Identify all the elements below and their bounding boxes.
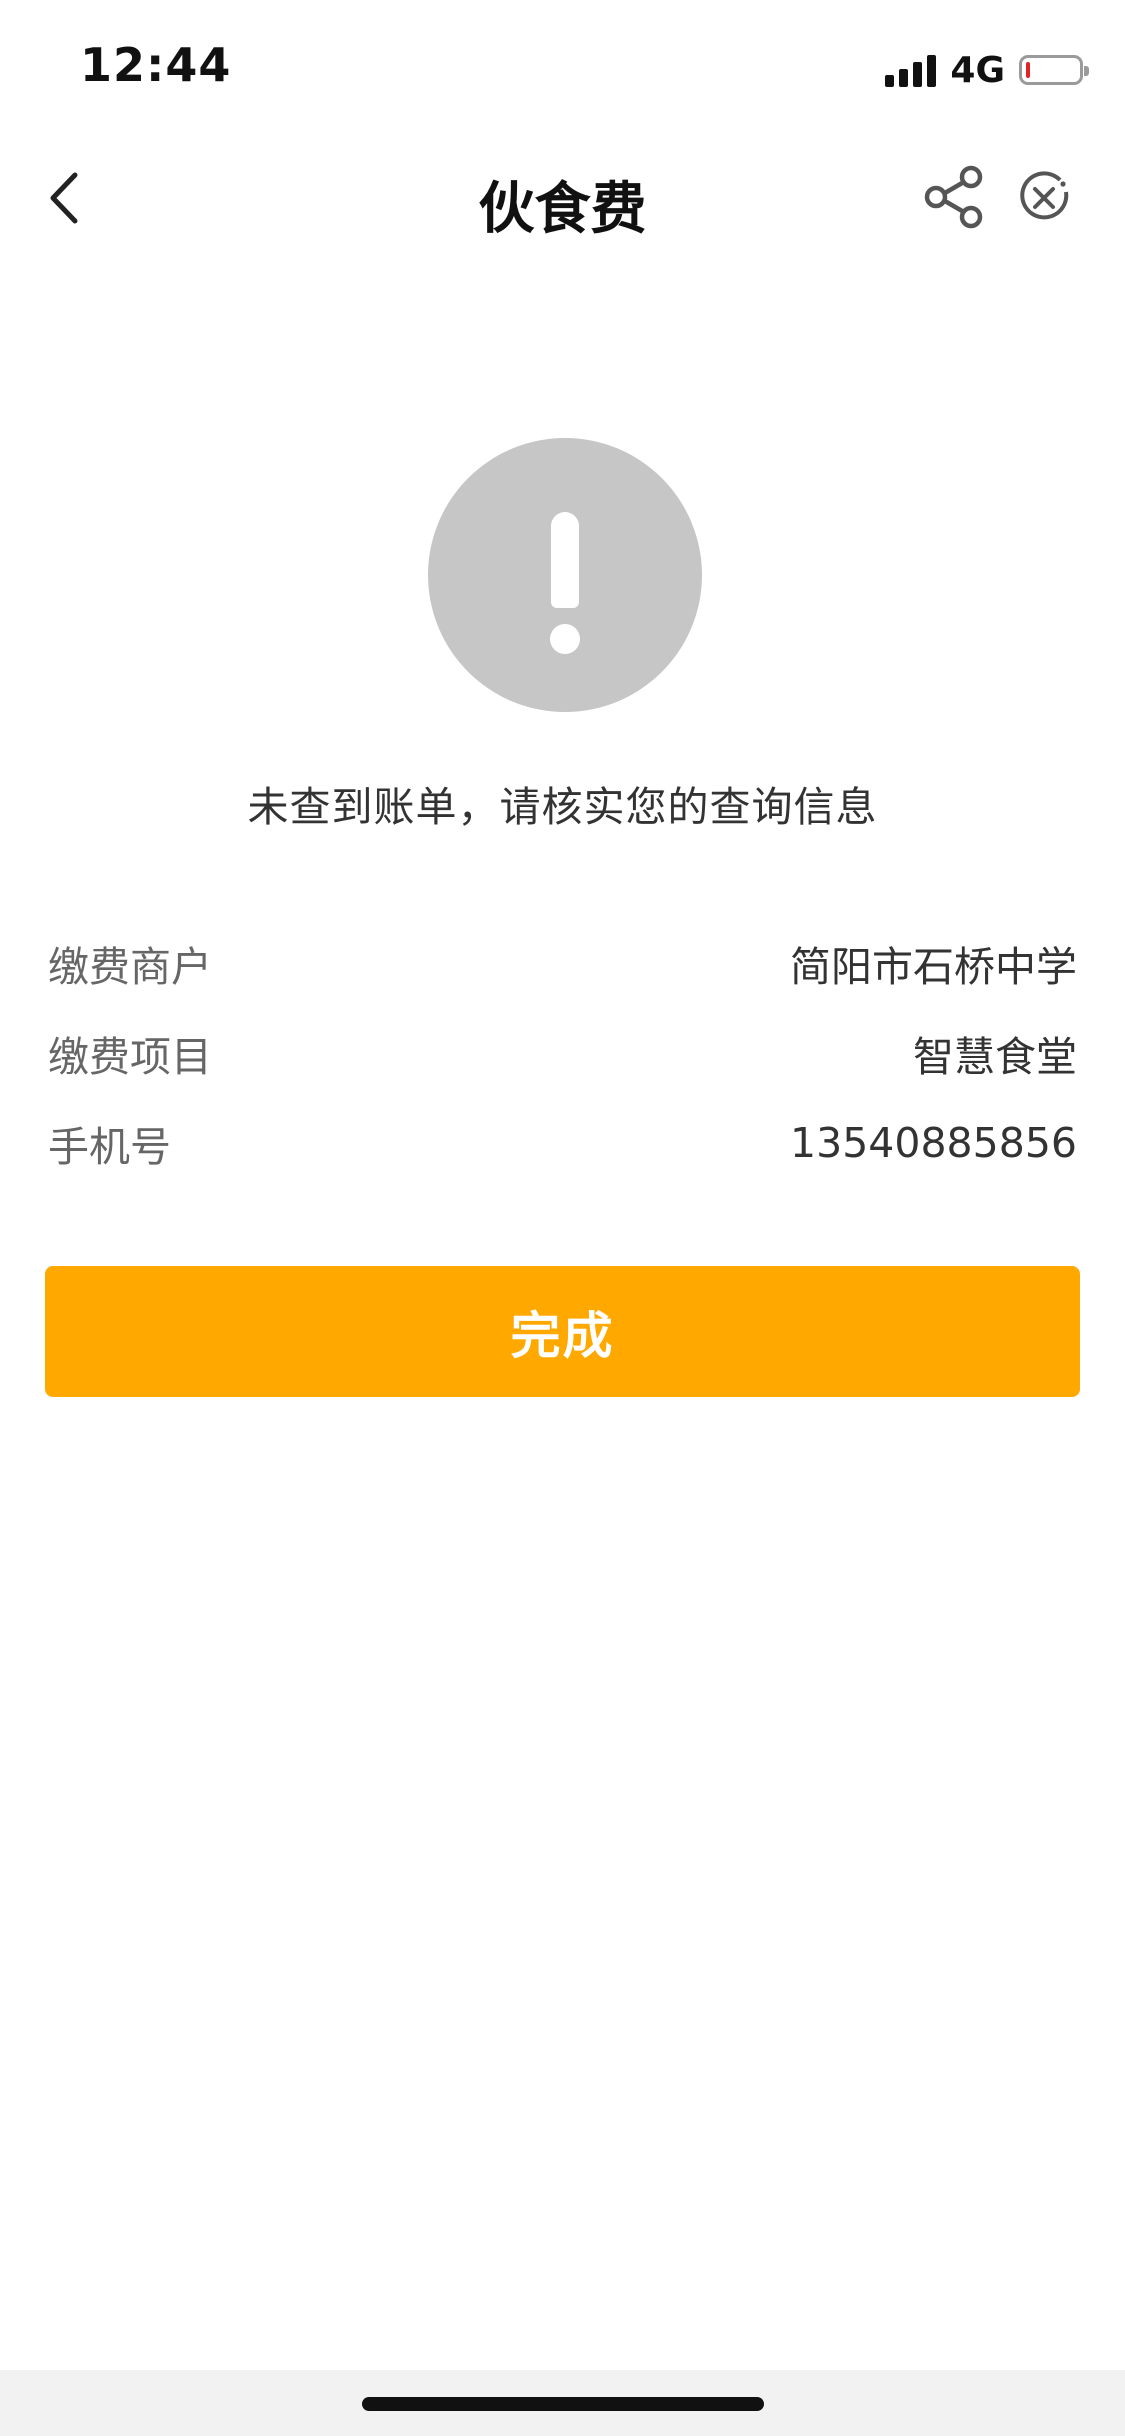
close-button[interactable]: [1016, 170, 1072, 226]
phone-value: 13540885856: [790, 1119, 1077, 1167]
item-label: 缴费项目: [48, 1033, 212, 1081]
battery-level: [1026, 62, 1030, 78]
exclamation-circle-icon: [428, 438, 702, 712]
share-icon: [924, 165, 983, 229]
network-label: 4G: [950, 49, 1005, 91]
merchant-label: 缴费商户: [48, 943, 212, 991]
payment-info-list: 缴费商户 简阳市石桥中学 缴费项目 智慧食堂 手机号 13540885856: [48, 918, 1077, 1188]
exclamation-bar: [551, 512, 579, 608]
done-button[interactable]: 完成: [45, 1266, 1080, 1397]
exclamation-dot: [550, 624, 580, 654]
info-row-item: 缴费项目 智慧食堂: [48, 1008, 1077, 1098]
status-time: 12:44: [80, 38, 232, 92]
merchant-value: 简阳市石桥中学: [790, 943, 1077, 991]
battery-icon: [1019, 55, 1089, 85]
status-indicators: 4G: [885, 48, 1089, 92]
signal-icon: [885, 53, 937, 87]
item-value: 智慧食堂: [913, 1033, 1077, 1081]
nav-bar: 伙食费: [0, 132, 1125, 264]
status-bar: 12:44 4G: [0, 0, 1125, 132]
info-row-phone: 手机号 13540885856: [48, 1098, 1077, 1188]
status-message: 未查到账单，请核实您的查询信息: [247, 783, 878, 831]
info-row-merchant: 缴费商户 简阳市石桥中学: [48, 918, 1077, 1008]
home-indicator[interactable]: [362, 2397, 764, 2411]
phone-label: 手机号: [48, 1123, 171, 1171]
close-circle-icon: [1020, 171, 1069, 220]
bottom-bar: [0, 2370, 1125, 2436]
share-button[interactable]: [922, 164, 988, 230]
